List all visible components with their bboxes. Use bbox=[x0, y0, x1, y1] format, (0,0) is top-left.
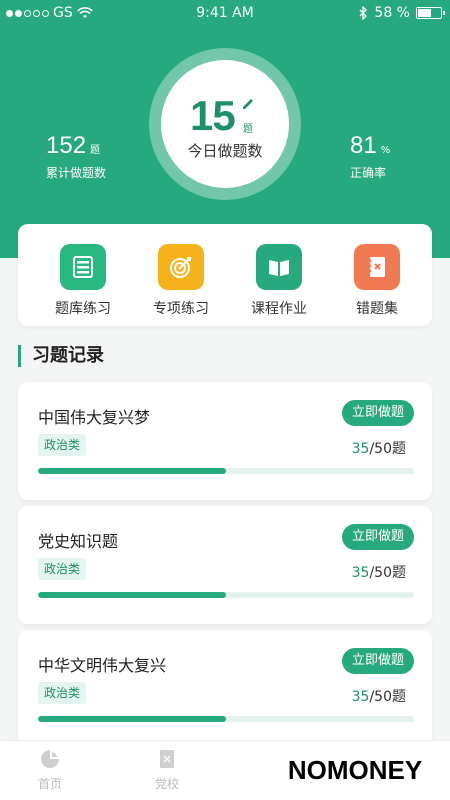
battery-percent: 58 % bbox=[374, 5, 410, 21]
book-icon bbox=[256, 244, 302, 290]
progress-done: 35 bbox=[351, 565, 370, 581]
progress-done: 35 bbox=[351, 441, 370, 457]
question-bank-icon bbox=[60, 244, 106, 290]
today-unit: 题 bbox=[243, 124, 253, 135]
record-card: 党史知识题 立即做题 政治类 35/50题 bbox=[18, 506, 432, 624]
menu-course-homework[interactable]: 课程作业 bbox=[234, 244, 324, 318]
wrong-notebook-icon bbox=[354, 244, 400, 290]
status-right: 58 % bbox=[358, 0, 445, 26]
target-icon bbox=[158, 244, 204, 290]
start-practice-button[interactable]: 立即做题 bbox=[341, 648, 414, 674]
progress-total: /50题 bbox=[369, 689, 406, 705]
today-count: 15 bbox=[190, 92, 236, 139]
category-tag: 政治类 bbox=[38, 434, 87, 456]
pencil-icon bbox=[243, 99, 253, 109]
today-label: 今日做题数 bbox=[187, 142, 263, 160]
tab-label: 首页 bbox=[37, 777, 62, 791]
progress-bar bbox=[38, 592, 226, 598]
status-bar: GS 9:41 AM 58 % bbox=[0, 0, 450, 26]
menu-card: 题库练习 专项练习 课程作业 错题集 bbox=[18, 224, 432, 326]
progress-done: 35 bbox=[351, 689, 370, 705]
progress-bar bbox=[38, 716, 226, 722]
start-practice-button[interactable]: 立即做题 bbox=[341, 400, 414, 426]
accuracy-stat: 81% 正确率 bbox=[350, 132, 390, 181]
tab-party-school[interactable]: 党校 bbox=[137, 747, 197, 792]
menu-wrong-answers[interactable]: 错题集 bbox=[332, 244, 422, 318]
progress-track bbox=[38, 468, 414, 474]
record-title: 中华文明伟大复兴 bbox=[38, 656, 167, 675]
accuracy-label: 正确率 bbox=[350, 166, 387, 180]
total-unit: 题 bbox=[90, 145, 101, 156]
section-title: 习题记录 bbox=[18, 345, 104, 367]
category-tag: 政治类 bbox=[38, 682, 87, 704]
party-school-icon bbox=[160, 750, 174, 768]
menu-label: 课程作业 bbox=[251, 301, 307, 317]
record-card: 中华文明伟大复兴 立即做题 政治类 35/50题 bbox=[18, 630, 432, 748]
menu-label: 专项练习 bbox=[153, 301, 209, 317]
menu-special-practice[interactable]: 专项练习 bbox=[136, 244, 226, 318]
menu-label: 题库练习 bbox=[55, 301, 111, 317]
accuracy-unit: % bbox=[380, 145, 391, 156]
brand-text: NOMONEY bbox=[287, 754, 423, 785]
total-label: 累计做题数 bbox=[46, 166, 107, 180]
start-practice-button[interactable]: 立即做题 bbox=[341, 524, 414, 550]
progress-track bbox=[38, 716, 414, 722]
progress-total: /50题 bbox=[369, 441, 406, 457]
brand-logo: NOMONEY bbox=[270, 748, 440, 792]
tab-label: 党校 bbox=[154, 777, 179, 791]
record-title: 党史知识题 bbox=[38, 532, 119, 551]
record-card: 中国伟大复兴梦 立即做题 政治类 35/50题 bbox=[18, 382, 432, 500]
menu-question-bank[interactable]: 题库练习 bbox=[38, 244, 128, 318]
progress-total: /50题 bbox=[369, 565, 406, 581]
accuracy-value: 81 bbox=[350, 132, 377, 159]
home-icon bbox=[41, 750, 59, 768]
category-tag: 政治类 bbox=[38, 558, 87, 580]
progress-track bbox=[38, 592, 414, 598]
progress-count: 35/50题 bbox=[352, 562, 406, 582]
total-stat: 152 题 累计做题数 bbox=[46, 132, 106, 181]
progress-count: 35/50题 bbox=[352, 686, 406, 706]
tab-home[interactable]: 首页 bbox=[20, 747, 80, 792]
bluetooth-icon bbox=[359, 6, 368, 20]
progress-bar bbox=[38, 468, 226, 474]
progress-count: 35/50题 bbox=[352, 438, 406, 458]
battery-icon bbox=[416, 7, 445, 19]
menu-label: 错题集 bbox=[356, 301, 398, 317]
total-count: 152 bbox=[46, 132, 87, 159]
record-title: 中国伟大复兴梦 bbox=[38, 408, 151, 427]
